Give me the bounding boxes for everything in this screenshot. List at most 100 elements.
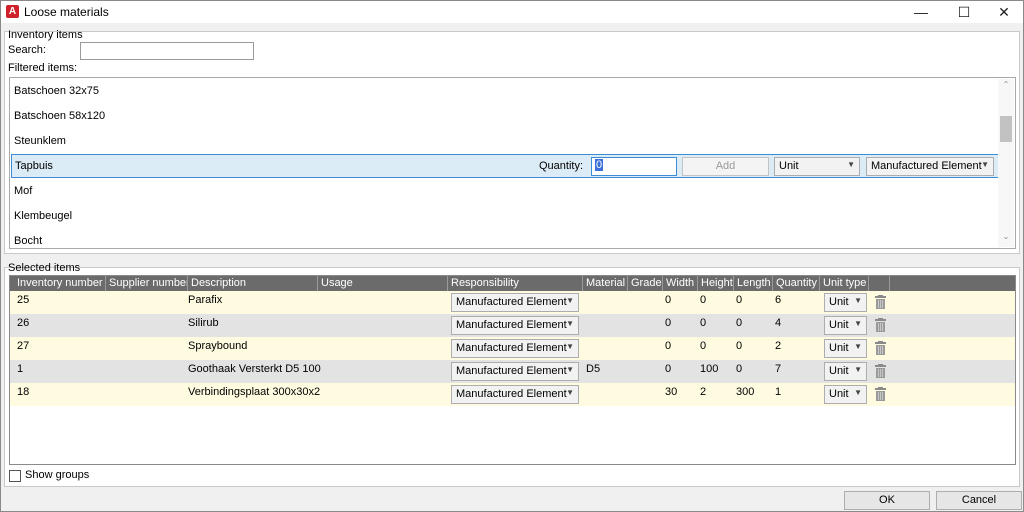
table-row[interactable]: 25 Parafix Manufactured Element ▼ 0 0 0 6…	[10, 291, 1015, 314]
responsibility-value: Manufactured Element	[456, 319, 567, 331]
loose-materials-dialog: A Loose materials — ☐ ✕ Inventory items …	[0, 0, 1024, 512]
responsibility-dropdown[interactable]: Manufactured Element ▼	[451, 339, 579, 358]
column-header-grade[interactable]: Grade	[628, 276, 663, 291]
scroll-thumb[interactable]	[1000, 116, 1012, 142]
table-row[interactable]: 1 Goothaak Versterkt D5 100 Manufactured…	[10, 360, 1015, 383]
responsibility-dropdown[interactable]: Manufactured Element ▼	[451, 385, 579, 404]
table-row[interactable]: 27 Spraybound Manufactured Element ▼ 0 0 …	[10, 337, 1015, 360]
minimize-button[interactable]: —	[901, 1, 941, 23]
responsibility-dropdown-value: Manufactured Element	[871, 160, 982, 172]
column-header-responsibility[interactable]: Responsibility	[448, 276, 583, 291]
cell-width: 0	[665, 317, 672, 329]
selected-items-grid: Inventory number Supplier number Descrip…	[9, 275, 1016, 465]
scroll-down-icon[interactable]: ⌄	[998, 232, 1014, 246]
cell-length: 0	[736, 317, 743, 329]
add-button[interactable]: Add	[682, 157, 769, 176]
unit-type-value: Unit	[829, 296, 849, 308]
ok-button[interactable]: OK	[844, 491, 930, 510]
delete-icon[interactable]	[875, 295, 886, 309]
responsibility-value: Manufactured Element	[456, 342, 567, 354]
responsibility-dropdown[interactable]: Manufactured Element ▼	[866, 157, 994, 176]
list-item-selected[interactable]: Tapbuis Quantity: 0 Add Unit ▼ Manufactu…	[11, 154, 1000, 178]
column-header-width[interactable]: Width	[663, 276, 698, 291]
cell-height: 0	[700, 340, 707, 352]
show-groups-checkbox[interactable]	[9, 470, 21, 482]
cell-height: 0	[700, 317, 707, 329]
scroll-up-icon[interactable]: ⌃	[998, 80, 1014, 94]
maximize-button[interactable]: ☐	[944, 1, 984, 23]
delete-icon[interactable]	[875, 318, 886, 332]
close-icon: ✕	[998, 3, 1010, 20]
show-groups-label: Show groups	[25, 469, 90, 481]
column-header-supplier-number[interactable]: Supplier number	[106, 276, 188, 291]
list-item[interactable]: Steunklem	[10, 129, 999, 153]
cell-quantity: 6	[775, 294, 782, 306]
list-item-name: Tapbuis	[15, 160, 53, 172]
delete-icon[interactable]	[875, 364, 886, 378]
chevron-down-icon: ▼	[854, 388, 862, 397]
filtered-items-list: Batschoen 32x75 Batschoen 58x120 Steunkl…	[9, 77, 1016, 249]
unit-type-dropdown[interactable]: Unit ▼	[824, 385, 867, 404]
chevron-down-icon: ▼	[854, 319, 862, 328]
responsibility-dropdown[interactable]: Manufactured Element ▼	[451, 293, 579, 312]
cancel-button[interactable]: Cancel	[936, 491, 1022, 510]
list-item[interactable]: Mof	[10, 179, 999, 203]
filtered-items-label: Filtered items:	[8, 62, 78, 74]
column-header-inventory-number[interactable]: Inventory number	[14, 276, 106, 291]
table-row[interactable]: 18 Verbindingsplaat 300x30x2 Manufacture…	[10, 383, 1015, 406]
list-item[interactable]: Batschoen 58x120	[10, 104, 999, 128]
window-title: Loose materials	[24, 5, 109, 19]
unit-type-value: Unit	[829, 342, 849, 354]
maximize-icon: ☐	[957, 3, 971, 20]
column-header-quantity[interactable]: Quantity	[773, 276, 820, 291]
responsibility-value: Manufactured Element	[456, 296, 567, 308]
column-header-height[interactable]: Height	[698, 276, 734, 291]
column-header-length[interactable]: Length	[734, 276, 773, 291]
cell-inventory-number: 25	[17, 294, 30, 306]
table-row[interactable]: 26 Silirub Manufactured Element ▼ 0 0 0 4…	[10, 314, 1015, 337]
column-header-description[interactable]: Description	[188, 276, 318, 291]
cell-width: 0	[665, 363, 672, 375]
delete-icon[interactable]	[875, 387, 886, 401]
unit-type-dropdown[interactable]: Unit ▼	[824, 362, 867, 381]
cell-quantity: 7	[775, 363, 782, 375]
unit-dropdown[interactable]: Unit ▼	[774, 157, 860, 176]
unit-type-dropdown[interactable]: Unit ▼	[824, 293, 867, 312]
list-item[interactable]: Bocht	[10, 229, 999, 248]
unit-type-dropdown[interactable]: Unit ▼	[824, 316, 867, 335]
unit-dropdown-value: Unit	[779, 160, 799, 172]
close-button[interactable]: ✕	[984, 1, 1024, 23]
cell-width: 0	[665, 340, 672, 352]
list-item-name: Mof	[14, 185, 33, 197]
unit-type-value: Unit	[829, 365, 849, 377]
delete-icon[interactable]	[875, 341, 886, 355]
cell-description: Verbindingsplaat 300x30x2	[188, 386, 321, 398]
list-item[interactable]: Batschoen 32x75	[10, 79, 999, 103]
search-label: Search:	[8, 44, 46, 56]
quantity-value: 0	[595, 159, 604, 171]
cell-inventory-number: 1	[17, 363, 24, 375]
chevron-down-icon: ▼	[854, 365, 862, 374]
cell-quantity: 2	[775, 340, 782, 352]
list-item[interactable]: Klembeugel	[10, 204, 999, 228]
list-item-name: Klembeugel	[14, 210, 73, 222]
column-header-unit-type[interactable]: Unit type	[820, 276, 869, 291]
cell-description: Spraybound	[188, 340, 248, 352]
responsibility-dropdown[interactable]: Manufactured Element ▼	[451, 316, 579, 335]
responsibility-dropdown[interactable]: Manufactured Element ▼	[451, 362, 579, 381]
cell-width: 0	[665, 294, 672, 306]
unit-type-dropdown[interactable]: Unit ▼	[824, 339, 867, 358]
list-scrollbar[interactable]: ⌃ ⌄	[998, 79, 1014, 247]
search-input[interactable]	[80, 42, 254, 60]
chevron-down-icon: ▼	[981, 160, 989, 169]
cell-description: Silirub	[188, 317, 219, 329]
chevron-down-icon: ▼	[854, 296, 862, 305]
list-item-name: Batschoen 58x120	[14, 110, 106, 122]
quantity-input[interactable]: 0	[591, 157, 677, 176]
cell-inventory-number: 27	[17, 340, 30, 352]
column-header-material[interactable]: Material	[583, 276, 628, 291]
unit-type-value: Unit	[829, 388, 849, 400]
column-header-usage[interactable]: Usage	[318, 276, 448, 291]
cell-description: Goothaak Versterkt D5 100	[188, 363, 321, 375]
list-item-name: Batschoen 32x75	[14, 85, 100, 97]
